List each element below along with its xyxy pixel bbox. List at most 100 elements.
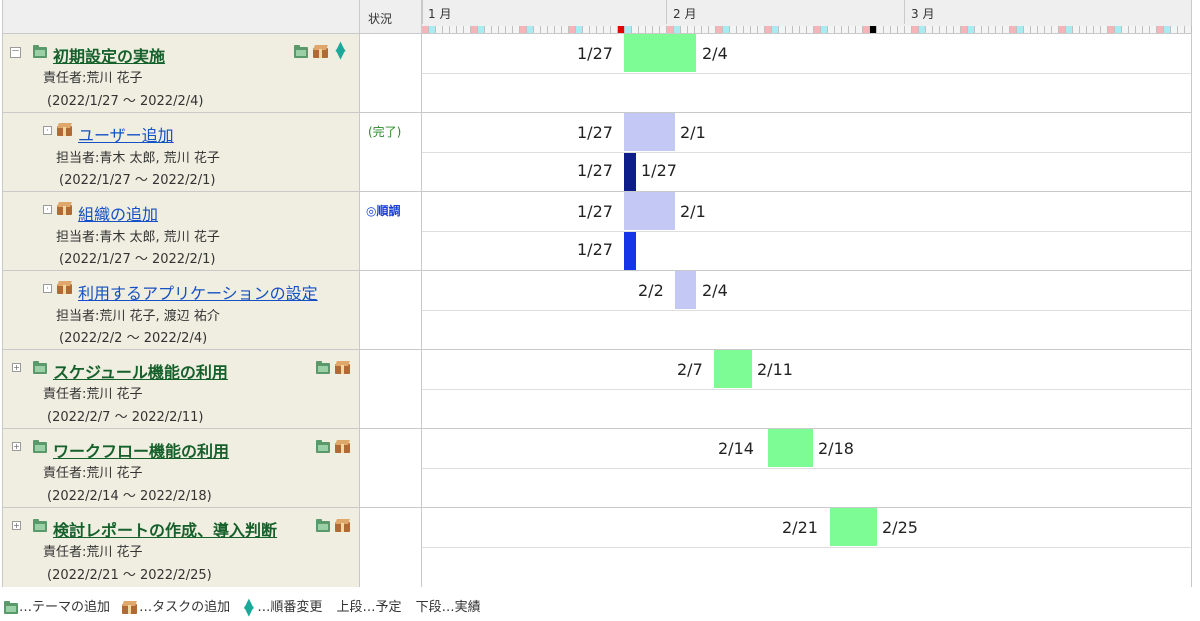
plan-bar[interactable]	[624, 192, 675, 230]
plan-bar[interactable]	[624, 34, 696, 72]
timeline-header: 1 月 2 月 3 月	[422, 0, 1192, 34]
day-cell	[884, 26, 891, 33]
task-title-link[interactable]: 組織の追加	[78, 201, 158, 225]
day-cell	[688, 26, 695, 33]
day-cell	[1003, 26, 1010, 33]
theme-title-link[interactable]: 初期設定の実施	[53, 43, 165, 67]
plan-bar[interactable]	[675, 271, 696, 309]
day-cell	[1101, 26, 1108, 33]
plan-start-label: 2/2	[638, 281, 664, 300]
period-text: (2022/1/27 〜 2022/2/4)	[47, 94, 204, 109]
day-cell	[492, 26, 499, 33]
owner-text: 責任者:荒川 花子	[43, 466, 143, 481]
theme-title-link[interactable]: 検討レポートの作成、導入判断	[53, 517, 277, 541]
day-cell	[1108, 26, 1115, 33]
plan-start-label: 2/21	[782, 518, 818, 537]
timeline-row: 2/7 2/11	[422, 350, 1191, 429]
day-cell	[436, 26, 443, 33]
timeline-row: 1/27 2/1 1/27 1/27	[422, 113, 1191, 192]
day-cell	[457, 26, 464, 33]
day-cell	[1059, 26, 1066, 33]
status-on-track-badge: ◎順調	[366, 204, 401, 218]
plan-start-label: 1/27	[577, 202, 613, 221]
expand-toggle[interactable]: +	[12, 521, 21, 530]
task-title-link[interactable]: ユーザー追加	[78, 122, 174, 146]
collapse-toggle[interactable]: －	[10, 47, 21, 58]
day-cell	[653, 26, 660, 33]
day-cell	[709, 26, 716, 33]
day-cell	[758, 26, 765, 33]
task-toggle[interactable]: ·	[43, 205, 52, 214]
add-task-icon[interactable]	[313, 45, 328, 58]
add-task-icon[interactable]	[335, 440, 350, 453]
expand-toggle[interactable]: +	[12, 442, 21, 451]
status-cell	[360, 34, 422, 113]
folder-icon	[33, 519, 47, 532]
status-done-badge: (完了)	[368, 125, 402, 139]
plan-bar[interactable]	[714, 350, 752, 388]
day-cell	[737, 26, 744, 33]
task-box-icon	[57, 123, 72, 136]
owner-text: 責任者:荒川 花子	[43, 387, 143, 402]
day-cell	[632, 26, 639, 33]
task-box-icon	[57, 202, 72, 215]
plan-end-label: 2/18	[818, 439, 854, 458]
actual-bar[interactable]	[624, 232, 636, 270]
day-cell	[765, 26, 772, 33]
day-cell	[611, 26, 618, 33]
day-cell	[877, 26, 884, 33]
task-toggle[interactable]: ·	[43, 126, 52, 135]
plan-start-label: 1/27	[577, 123, 613, 142]
day-cell	[513, 26, 520, 33]
actual-start-label: 1/27	[577, 161, 613, 180]
task-toggle[interactable]: ·	[43, 284, 52, 293]
period-text: (2022/2/21 〜 2022/2/25)	[47, 568, 212, 583]
month-label-mar: 3 月	[911, 7, 935, 21]
add-theme-icon[interactable]	[316, 361, 330, 374]
task-title-link[interactable]: 利用するアプリケーションの設定	[78, 280, 318, 304]
legend: …テーマの追加 …タスクの追加 ▲ ▼ …順番変更 上段…予定 下段…実績	[4, 596, 481, 618]
add-theme-icon[interactable]	[316, 440, 330, 453]
reorder-icon[interactable]: ▲ ▼	[334, 40, 347, 61]
day-cell	[954, 26, 961, 33]
day-cell	[1094, 26, 1101, 33]
plan-end-label: 2/4	[702, 44, 728, 63]
gantt-chart: 状況 1 月 2 月 3 月 － 初期設定の実施 ▲ ▼ 責任者:荒川 花子 (2…	[2, 0, 1192, 587]
day-cell	[1157, 26, 1164, 33]
day-cell	[989, 26, 996, 33]
actual-bar[interactable]	[624, 153, 636, 191]
day-cell	[842, 26, 849, 33]
day-cell	[947, 26, 954, 33]
add-theme-icon[interactable]	[294, 45, 308, 58]
row-theme-workflow: + ワークフロー機能の利用 責任者:荒川 花子 (2022/2/14 〜 202…	[3, 429, 360, 508]
day-cell	[1010, 26, 1017, 33]
theme-title-link[interactable]: ワークフロー機能の利用	[53, 438, 229, 462]
legend-box-icon	[122, 601, 139, 614]
day-cell	[800, 26, 807, 33]
period-text: (2022/1/27 〜 2022/2/1)	[59, 173, 216, 188]
status-cell: (完了)	[360, 113, 422, 192]
owner-text: 責任者:荒川 花子	[43, 545, 143, 560]
folder-icon	[33, 45, 47, 58]
actual-end-label: 1/27	[641, 161, 677, 180]
row-task-app-settings: · 利用するアプリケーションの設定 担当者:荒川 花子, 渡辺 祐介 (2022…	[3, 271, 360, 350]
actual-start-label: 1/27	[577, 240, 613, 259]
day-strip	[422, 26, 1192, 33]
row-task-add-user: · ユーザー追加 担当者:青木 太郎, 荒川 花子 (2022/1/27 〜 2…	[3, 113, 360, 192]
day-cell	[821, 26, 828, 33]
theme-title-link[interactable]: スケジュール機能の利用	[53, 359, 228, 383]
period-text: (2022/2/2 〜 2022/2/4)	[59, 331, 208, 346]
expand-toggle[interactable]: +	[12, 363, 21, 372]
plan-bar[interactable]	[768, 429, 813, 467]
day-cell	[744, 26, 751, 33]
day-cell	[1024, 26, 1031, 33]
plan-bar[interactable]	[624, 113, 675, 151]
plan-bar[interactable]	[830, 508, 877, 546]
add-task-icon[interactable]	[335, 361, 350, 374]
day-cell	[576, 26, 583, 33]
day-cell	[562, 26, 569, 33]
add-task-icon[interactable]	[335, 519, 350, 532]
assignee-text: 担当者:荒川 花子, 渡辺 祐介	[56, 309, 220, 324]
day-cell	[814, 26, 821, 33]
add-theme-icon[interactable]	[316, 519, 330, 532]
